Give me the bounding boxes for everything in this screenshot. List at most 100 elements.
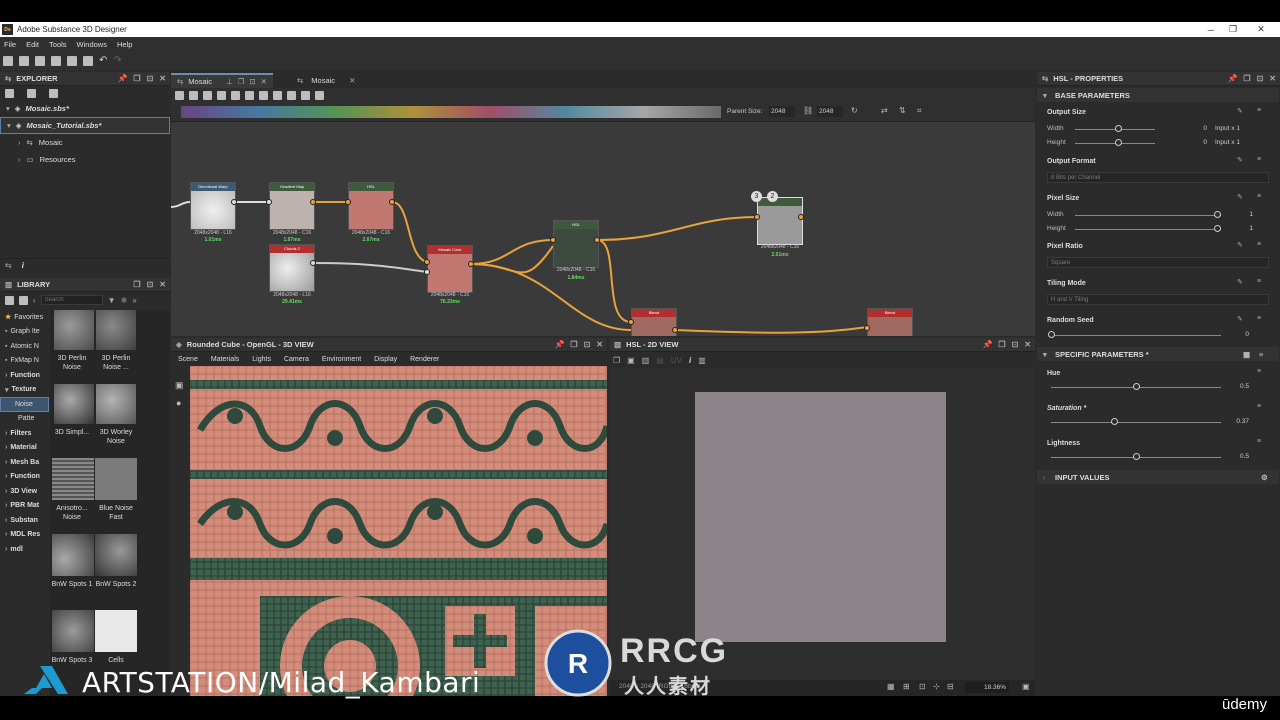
distribute-icon[interactable]: ⇄ bbox=[881, 106, 888, 115]
node-mosaic-color[interactable]: Mosaic Color bbox=[427, 245, 473, 293]
thumb-anisotropic-noise[interactable] bbox=[52, 458, 94, 500]
close-tab-icon[interactable]: ✕ bbox=[261, 77, 267, 86]
view-2d-marker-icon[interactable]: 2 bbox=[767, 191, 778, 202]
view3d-menu-display[interactable]: Display bbox=[374, 356, 397, 363]
thumb-blue-noise-fast[interactable] bbox=[95, 458, 137, 500]
param-menu-icon[interactable]: ≡ bbox=[1257, 193, 1261, 200]
maximize-panel-icon[interactable]: ⊡ bbox=[1012, 340, 1019, 349]
node-output-port[interactable] bbox=[468, 261, 474, 267]
node-output-port[interactable] bbox=[310, 199, 316, 205]
filter-icon[interactable]: ▼ bbox=[108, 296, 116, 305]
tab-mosaic[interactable]: ⇆ Mosaic ✕ bbox=[291, 73, 361, 88]
library-cat-texture[interactable]: ▾ Texture bbox=[0, 383, 50, 398]
node-input-port[interactable] bbox=[266, 199, 272, 205]
new-graph-icon[interactable] bbox=[3, 55, 13, 66]
camera-icon[interactable] bbox=[203, 91, 212, 100]
node-input-port[interactable] bbox=[424, 259, 430, 265]
menu-windows[interactable]: Windows bbox=[77, 40, 107, 49]
view3d-menu-scene[interactable]: Scene bbox=[178, 356, 198, 363]
align-vertical-icon[interactable]: ⇅ bbox=[899, 106, 906, 115]
param-menu-icon[interactable]: ≡ bbox=[1259, 350, 1263, 359]
graph-canvas[interactable]: Directional Warp 2048x2048 - L16 1.01ms … bbox=[171, 122, 1035, 336]
maximize-panel-icon[interactable]: ⊡ bbox=[1257, 74, 1264, 83]
view3d-menu-camera[interactable]: Camera bbox=[284, 356, 309, 363]
specific-parameters-header[interactable]: ▾ SPECIFIC PARAMETERS * ▦ ≡ bbox=[1037, 347, 1279, 361]
node-input-port[interactable] bbox=[424, 269, 430, 275]
library-cat-favorites[interactable]: ★ Favorites bbox=[0, 310, 50, 325]
node-output-port[interactable] bbox=[231, 199, 237, 205]
float-icon[interactable]: ❐ bbox=[238, 77, 245, 86]
menu-tools[interactable]: Tools bbox=[49, 40, 67, 49]
thumb-3d-perlin-noise[interactable] bbox=[54, 310, 94, 350]
random-seed-knob[interactable] bbox=[1048, 331, 1055, 338]
param-menu-icon[interactable]: ≡ bbox=[1257, 403, 1261, 410]
param-menu-icon[interactable]: ≡ bbox=[1257, 368, 1261, 375]
node-output-port[interactable] bbox=[310, 260, 316, 266]
library-add-icon[interactable] bbox=[5, 295, 14, 305]
graph-small-icon[interactable]: ⇆ bbox=[5, 261, 12, 270]
close-panel-icon[interactable]: ✕ bbox=[159, 74, 166, 83]
clear-filter-icon[interactable]: ✱ bbox=[121, 296, 128, 305]
output-width-knob[interactable] bbox=[1115, 125, 1122, 132]
param-function-icon[interactable]: ✎ bbox=[1237, 278, 1243, 286]
tab-mosaic-active[interactable]: ⇆ Mosaic ⊥ ❐ ⊡ ✕ bbox=[171, 73, 273, 88]
refresh-size-icon[interactable]: ↻ bbox=[851, 106, 858, 115]
lock-icon[interactable]: ▣ bbox=[1022, 682, 1030, 691]
refresh-icon[interactable] bbox=[49, 88, 58, 98]
lightness-value[interactable]: 0.5 bbox=[1229, 453, 1249, 460]
save-icon[interactable] bbox=[83, 55, 93, 66]
snap-icon[interactable]: ⌗ bbox=[917, 106, 922, 116]
param-menu-icon[interactable]: ≡ bbox=[1257, 315, 1261, 322]
node-hsl-2[interactable]: HSL bbox=[553, 220, 599, 268]
info-icon[interactable] bbox=[217, 91, 226, 100]
hue-value[interactable]: 0.5 bbox=[1229, 383, 1249, 390]
library-cat-graph-items[interactable]: ▪ Graph Ite bbox=[0, 325, 50, 340]
param-function-icon[interactable]: ✎ bbox=[1237, 107, 1243, 115]
float-icon[interactable]: ❐ bbox=[1243, 74, 1250, 83]
param-menu-icon[interactable]: ≡ bbox=[1257, 241, 1261, 248]
camera-icon[interactable]: ▣ bbox=[175, 380, 184, 391]
saturation-slider[interactable] bbox=[1051, 422, 1221, 423]
node-hsl-selected[interactable] bbox=[757, 197, 803, 245]
chevron-right-icon[interactable]: » bbox=[132, 296, 136, 305]
node-output-port[interactable] bbox=[389, 199, 395, 205]
chevron-right-icon[interactable]: › bbox=[18, 138, 21, 147]
link-size-icon[interactable]: ⛓ bbox=[803, 106, 813, 115]
thumb-bnw-spots-3[interactable] bbox=[52, 610, 94, 652]
node-palette-toolbar[interactable] bbox=[181, 106, 721, 118]
close-panel-icon[interactable]: ✕ bbox=[1024, 340, 1031, 349]
node-output-port[interactable] bbox=[594, 237, 600, 243]
hue-knob[interactable] bbox=[1133, 383, 1140, 390]
thumb-bnw-spots-1[interactable] bbox=[52, 534, 94, 576]
settings-icon[interactable] bbox=[35, 55, 45, 66]
pixel-width-slider[interactable] bbox=[1075, 215, 1221, 216]
library-cat-material[interactable]: › Material bbox=[0, 441, 50, 456]
close-panel-icon[interactable]: ✕ bbox=[1269, 74, 1276, 83]
histogram-icon[interactable]: ▥ bbox=[698, 356, 706, 365]
node-blend-2[interactable]: Blend bbox=[867, 308, 913, 336]
node-input-port[interactable] bbox=[754, 214, 760, 220]
lightness-knob[interactable] bbox=[1133, 453, 1140, 460]
node-input-port[interactable] bbox=[864, 325, 870, 331]
library-search-input[interactable] bbox=[40, 295, 103, 305]
light-icon[interactable]: ● bbox=[176, 398, 181, 408]
tiling-mode-select[interactable]: H and V Tiling bbox=[1047, 294, 1269, 305]
output-height-value[interactable]: 0 bbox=[1187, 139, 1207, 146]
param-menu-icon[interactable]: ≡ bbox=[1257, 156, 1261, 163]
thumb-cells[interactable] bbox=[95, 610, 137, 652]
library-cat-3d-view[interactable]: › 3D View bbox=[0, 484, 50, 499]
rotate-icon[interactable] bbox=[301, 91, 310, 100]
param-menu-icon[interactable]: ≡ bbox=[1257, 278, 1261, 285]
zoom-icon[interactable] bbox=[231, 91, 240, 100]
grid-icon[interactable] bbox=[315, 91, 324, 100]
float-icon[interactable]: ❐ bbox=[570, 340, 577, 349]
node-clouds-2[interactable]: Clouds 2 bbox=[269, 244, 315, 292]
saturation-value[interactable]: 0.37 bbox=[1229, 418, 1249, 425]
random-seed-slider[interactable] bbox=[1051, 335, 1221, 336]
param-menu-icon[interactable]: ≡ bbox=[1257, 107, 1261, 114]
node-gradient-map[interactable]: Gradient Map bbox=[269, 182, 315, 230]
library-cat-mdl[interactable]: › mdl bbox=[0, 542, 50, 557]
zoom-fit-icon[interactable]: ⊟ bbox=[947, 682, 954, 691]
chevron-left-icon[interactable]: ‹ bbox=[33, 296, 36, 305]
library-cat-function[interactable]: › Function bbox=[0, 368, 50, 383]
